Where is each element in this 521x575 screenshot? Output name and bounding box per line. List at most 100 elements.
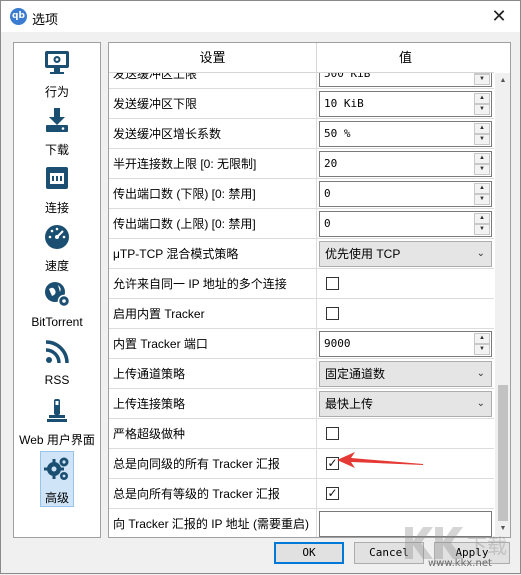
spin-down-arrow-icon[interactable]: ▼ (474, 104, 490, 115)
number-spinbox[interactable]: 10 KiB ▲ ▼ (319, 91, 492, 117)
sidebar-item-speed[interactable]: 速度 (14, 219, 100, 277)
setting-value-cell: 优先使用 TCP ⌄ (317, 239, 494, 269)
sidebar-item-label: 下载 (44, 143, 69, 157)
qbittorrent-app-icon: qb (10, 8, 27, 25)
table-row[interactable]: 启用内置 Tracker (109, 299, 494, 329)
number-spinbox[interactable]: 0 ▲ ▼ (319, 181, 492, 207)
setting-name: 传出端口数 (上限) [0: 禁用] (109, 209, 317, 239)
spin-down-arrow-icon[interactable]: ▼ (474, 224, 490, 235)
spinbox-value: 0 (324, 217, 331, 230)
sidebar-item-label: Web 用户界面 (19, 433, 95, 447)
spin-down-arrow-icon[interactable]: ▼ (474, 344, 490, 355)
number-spinbox[interactable]: 9000 ▲ ▼ (319, 331, 492, 357)
network-port-icon (46, 167, 68, 189)
table-row[interactable]: 发送缓冲区增长系数 50 % ▲ ▼ (109, 119, 494, 149)
table-row[interactable]: 严格超级做种 (109, 419, 494, 449)
spin-up-arrow-icon[interactable]: ▲ (474, 123, 490, 134)
table-row[interactable]: 总是向所有等级的 Tracker 汇报 ✓ (109, 479, 494, 509)
number-spinbox[interactable]: 20 ▲ ▼ (319, 151, 492, 177)
monitor-gear-icon (45, 51, 69, 74)
table-row[interactable]: 传出端口数 (下限) [0: 禁用] 0 ▲ ▼ (109, 179, 494, 209)
setting-value-cell: 20 ▲ ▼ (317, 149, 494, 179)
setting-value-cell (317, 269, 494, 299)
setting-value-cell: ✓ (317, 479, 494, 509)
spin-up-arrow-icon[interactable]: ▲ (474, 183, 490, 194)
number-spinbox[interactable]: 500 KiB▲▼ (319, 73, 492, 87)
watermark-url: www.kkx.net (428, 558, 492, 569)
table-row[interactable]: μTP-TCP 混合模式策略 优先使用 TCP ⌄ (109, 239, 494, 269)
title-bar: qb 选项 ✕ (1, 1, 520, 32)
spin-down-arrow-icon[interactable]: ▼ (474, 134, 490, 145)
spin-down-arrow-icon[interactable]: ▼ (474, 194, 490, 205)
spin-up-arrow-icon[interactable]: ▲ (474, 153, 490, 164)
spin-up-arrow-icon[interactable]: ▲ (474, 93, 490, 104)
number-spinbox[interactable]: 50 % ▲ ▼ (319, 121, 492, 147)
setting-name: 半开连接数上限 [0: 无限制] (109, 149, 317, 179)
scrollbar-thumb[interactable] (498, 385, 508, 521)
setting-name: 发送缓冲区增长系数 (109, 119, 317, 149)
table-rows: 发送缓冲区上限500 KiB▲▼发送缓冲区下限10 KiB▲▼发送缓冲区增长系数… (109, 73, 494, 537)
sidebar-item-advanced[interactable]: 高级 (14, 451, 100, 509)
spin-up-arrow-icon[interactable]: ▲ (474, 333, 490, 344)
sidebar-item-connection[interactable]: 连接 (14, 161, 100, 219)
web-ui-icon (47, 399, 67, 422)
dropdown-select[interactable]: 固定通道数 ⌄ (319, 361, 492, 387)
number-spinbox[interactable]: 0 ▲ ▼ (319, 211, 492, 237)
dropdown-select[interactable]: 优先使用 TCP ⌄ (319, 241, 492, 267)
table-row[interactable]: 内置 Tracker 端口 9000 ▲ ▼ (109, 329, 494, 359)
setting-name: 启用内置 Tracker (109, 299, 317, 329)
table-row[interactable]: 上传通道策略 固定通道数 ⌄ (109, 359, 494, 389)
sidebar-item-behavior[interactable]: 行为 (14, 45, 100, 103)
setting-value-cell: 固定通道数 ⌄ (317, 359, 494, 389)
spin-down-arrow-icon[interactable]: ▼ (474, 164, 490, 175)
spinbox-value: 500 KiB (324, 73, 371, 80)
checkbox[interactable] (326, 277, 339, 290)
advanced-settings-table: 设置 值 发送缓冲区上限500 KiB▲▼发送缓冲区下限10 KiB▲▼发送缓冲… (108, 42, 511, 538)
sidebar-item-bittorrent[interactable]: BitTorrent (14, 277, 100, 335)
checkbox[interactable]: ✓ (326, 487, 339, 500)
spin-down-arrow-icon[interactable]: ▼ (474, 74, 490, 85)
table-row[interactable]: 发送缓冲区上限500 KiB▲▼ (109, 73, 494, 89)
checkbox[interactable] (326, 307, 339, 320)
close-button[interactable]: ✕ (484, 3, 514, 29)
setting-name: 上传通道策略 (109, 359, 317, 389)
spinbox-value: 50 % (324, 127, 351, 140)
setting-name: μTP-TCP 混合模式策略 (109, 239, 317, 269)
column-header-value[interactable]: 值 (317, 43, 494, 73)
sidebar-item-web-ui[interactable]: Web 用户界面 (14, 393, 100, 451)
gears-icon (44, 457, 69, 480)
table-row[interactable]: 传出端口数 (上限) [0: 禁用] 0 ▲ ▼ (109, 209, 494, 239)
table-row[interactable]: 发送缓冲区下限 10 KiB ▲ ▼ (109, 89, 494, 119)
setting-value-cell (317, 299, 494, 329)
ok-button[interactable]: OK (274, 542, 344, 564)
scroll-up-arrow-icon[interactable]: ▲ (495, 73, 510, 89)
table-row[interactable]: 总是向同级的所有 Tracker 汇报 ✓ (109, 449, 494, 479)
setting-name: 传出端口数 (下限) [0: 禁用] (109, 179, 317, 209)
sidebar-item-rss[interactable]: RSS (14, 335, 100, 393)
sidebar-item-label: 行为 (44, 85, 69, 99)
spin-up-arrow-icon[interactable]: ▲ (474, 213, 490, 224)
sidebar-item-label: 连接 (44, 201, 69, 215)
dropdown-value: 优先使用 TCP (325, 247, 401, 261)
options-sidebar: 行为 下载 连接 速度 BitTorrent RSS Web 用户界面 高级 (13, 42, 101, 538)
table-row[interactable]: 允许来自同一 IP 地址的多个连接 (109, 269, 494, 299)
sidebar-item-downloads[interactable]: 下载 (14, 103, 100, 161)
setting-value-cell: 0 ▲ ▼ (317, 209, 494, 239)
svg-text:下载: 下载 (467, 534, 507, 558)
dropdown-select[interactable]: 最快上传 ⌄ (319, 391, 492, 417)
table-row[interactable]: 上传连接策略 最快上传 ⌄ (109, 389, 494, 419)
setting-value-cell: 50 % ▲ ▼ (317, 119, 494, 149)
setting-name: 发送缓冲区下限 (109, 89, 317, 119)
red-annotation-arrow-icon (337, 452, 423, 468)
setting-value-cell: 9000 ▲ ▼ (317, 329, 494, 359)
dropdown-value: 固定通道数 (325, 367, 386, 381)
setting-value-cell: 0 ▲ ▼ (317, 179, 494, 209)
options-dialog: qb 选项 ✕ 行为 下载 连接 速度 BitTorrent RSS Web 用… (0, 0, 521, 574)
setting-value-cell: 500 KiB▲▼ (317, 73, 494, 89)
table-row[interactable]: 半开连接数上限 [0: 无限制] 20 ▲ ▼ (109, 149, 494, 179)
spinbox-value: 0 (324, 187, 331, 200)
vertical-scrollbar[interactable]: ▲ ▼ (495, 73, 510, 537)
setting-value-cell: 最快上传 ⌄ (317, 389, 494, 419)
column-header-setting[interactable]: 设置 (109, 43, 317, 73)
checkbox[interactable] (326, 427, 339, 440)
